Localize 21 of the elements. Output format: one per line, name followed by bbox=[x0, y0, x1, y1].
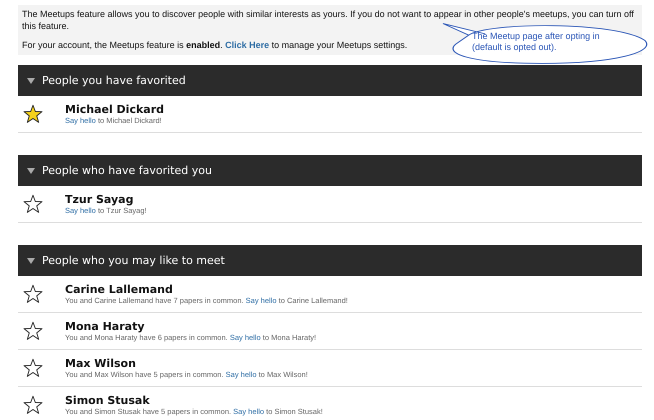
person-name: Simon Stusak bbox=[65, 394, 151, 406]
star-icon[interactable] bbox=[23, 194, 43, 214]
settings-link[interactable]: Click Here bbox=[225, 40, 270, 50]
triangle-down-icon bbox=[27, 258, 35, 264]
person-name: Carine Lallemand bbox=[65, 282, 174, 296]
star-icon[interactable] bbox=[23, 104, 43, 124]
triangle-down-icon bbox=[27, 78, 35, 84]
star-icon[interactable] bbox=[23, 395, 43, 415]
person-name: Tzur Sayag bbox=[65, 192, 134, 206]
star-icon[interactable] bbox=[23, 284, 43, 304]
person-name: Mona Haraty bbox=[65, 320, 146, 332]
star-icon[interactable] bbox=[23, 358, 43, 378]
person-name: Max Wilson bbox=[65, 356, 137, 370]
section-header[interactable]: People you have favorited bbox=[18, 65, 642, 96]
person-name: Michael Dickard bbox=[65, 102, 164, 116]
section-header[interactable]: People who have favorited you bbox=[18, 155, 642, 186]
intro-text: The Meetups feature allows you to discover people with similar interests as yours. If you do not want to appear in other people's meetups, you can turn off this feature. bbox=[22, 8, 635, 32]
section-header[interactable]: People who you may like to meet bbox=[18, 245, 642, 276]
star-icon[interactable] bbox=[23, 321, 43, 341]
triangle-down-icon bbox=[27, 168, 35, 174]
callout-text: The Meetup page after opting in (default is opted out). bbox=[472, 31, 601, 53]
